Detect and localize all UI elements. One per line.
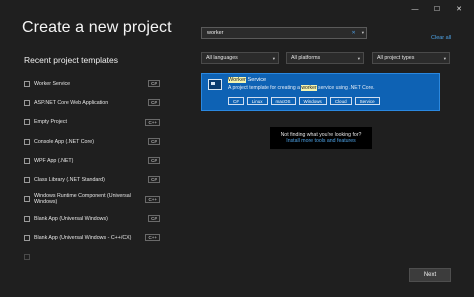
recent-item-aspnet-core[interactable]: ASP.NET Core Web Application C#	[24, 93, 164, 112]
recent-item-console-app[interactable]: Console App (.NET Core) C#	[24, 132, 164, 151]
search-highlight: Worker	[228, 77, 246, 83]
template-icon	[24, 80, 30, 87]
chevron-down-icon: ▾	[443, 55, 446, 61]
search-field[interactable]: ✕ ▾	[201, 27, 367, 39]
tag-macos: macOS	[270, 97, 296, 105]
recent-templates-list: Worker Service C# ASP.NET Core Web Appli…	[24, 74, 164, 267]
minimize-icon[interactable]: —	[404, 3, 426, 15]
recent-item-blank-app-cx[interactable]: Blank App (Universal Windows - C++/CX) C…	[24, 228, 164, 247]
recent-item-label: Worker Service	[34, 80, 71, 87]
recent-item-label: Empty Project	[34, 119, 67, 126]
window-controls: — ☐ ✕	[404, 3, 470, 15]
recent-item-class-library[interactable]: Class Library (.NET Standard) C#	[24, 170, 164, 189]
language-badge: C#	[148, 80, 160, 87]
result-desc-start: A project template for creating a	[228, 85, 302, 91]
chevron-down-icon: ▾	[357, 55, 360, 61]
language-badge: C++	[145, 234, 160, 242]
recent-item-label: Blank App (Universal Windows - C++/CX)	[34, 235, 132, 242]
platform-filter[interactable]: All platforms ▾	[286, 52, 364, 64]
clear-all-link[interactable]: Clear all	[431, 35, 451, 41]
search-highlight: worker	[301, 85, 317, 91]
recent-item-empty-project[interactable]: Empty Project C++	[24, 113, 164, 132]
language-filter-label: All languages	[206, 55, 238, 61]
template-icon	[24, 119, 30, 126]
tag-service: Service	[354, 97, 380, 105]
tag-windows: Windows	[298, 97, 327, 105]
language-badge: C#	[148, 137, 160, 145]
result-title: Worker Service	[228, 77, 266, 83]
template-icon	[24, 215, 30, 222]
recent-item-label: Blank App (Universal Windows)	[34, 215, 108, 222]
language-badge: C#	[148, 176, 160, 184]
template-icon	[24, 177, 30, 184]
recent-item-label: Class Library (.NET Standard)	[34, 177, 105, 184]
result-description: A project template for creating a worker…	[228, 85, 375, 91]
recent-item-label: ASP.NET Core Web Application	[34, 99, 109, 106]
project-type-filter[interactable]: All project types ▾	[372, 52, 450, 64]
chevron-down-icon: ▾	[272, 55, 275, 61]
recent-item-label: Console App (.NET Core)	[34, 138, 94, 145]
tag-linux: Linux	[246, 97, 268, 105]
recent-item-worker-service[interactable]: Worker Service C#	[24, 74, 164, 93]
result-tags: C# Linux macOS Windows Cloud Service	[228, 97, 380, 105]
template-icon	[24, 254, 30, 261]
recent-templates-heading: Recent project templates	[24, 55, 119, 65]
maximize-icon[interactable]: ☐	[426, 3, 448, 15]
recent-item-blank-app-uwp[interactable]: Blank App (Universal Windows) C#	[24, 209, 164, 228]
language-badge: C++	[145, 118, 160, 126]
clear-search-icon[interactable]: ✕	[352, 30, 356, 36]
result-desc-end: service using .NET Core.	[316, 85, 375, 91]
project-type-filter-label: All project types	[377, 55, 415, 61]
search-input[interactable]	[207, 30, 352, 36]
language-badge: C#	[148, 215, 160, 223]
language-badge: C#	[148, 157, 160, 165]
page-title: Create a new project	[22, 19, 172, 36]
template-icon	[24, 157, 30, 164]
template-result-worker-service[interactable]: Worker Service A project template for cr…	[201, 73, 440, 111]
language-badge: C++	[145, 195, 160, 203]
close-icon[interactable]: ✕	[448, 3, 470, 15]
recent-item-windows-runtime-component[interactable]: Windows Runtime Component (Universal Win…	[24, 190, 164, 209]
recent-item-label: WPF App (.NET)	[34, 157, 74, 164]
recent-item-label: Windows Runtime Component (Universal Win…	[34, 193, 131, 206]
recent-item-wpf-app[interactable]: WPF App (.NET) C#	[24, 151, 164, 170]
tag-cloud: Cloud	[329, 97, 352, 105]
tag-csharp: C#	[228, 97, 244, 105]
install-more-tools-link[interactable]: Install more tools and features	[286, 138, 356, 145]
not-finding-panel: Not finding what you're looking for? Ins…	[270, 127, 372, 149]
worker-service-icon	[208, 79, 222, 90]
language-filter[interactable]: All languages ▾	[201, 52, 279, 64]
template-icon	[24, 99, 30, 106]
platform-filter-label: All platforms	[291, 55, 321, 61]
result-title-rest: Service	[245, 77, 267, 83]
template-icon	[24, 196, 30, 203]
language-badge: C#	[148, 99, 160, 107]
template-icon	[24, 235, 30, 242]
template-icon	[24, 138, 30, 145]
next-button[interactable]: Next	[409, 268, 451, 282]
recent-item-partial[interactable]	[24, 248, 164, 267]
chevron-down-icon[interactable]: ▾	[362, 30, 364, 36]
